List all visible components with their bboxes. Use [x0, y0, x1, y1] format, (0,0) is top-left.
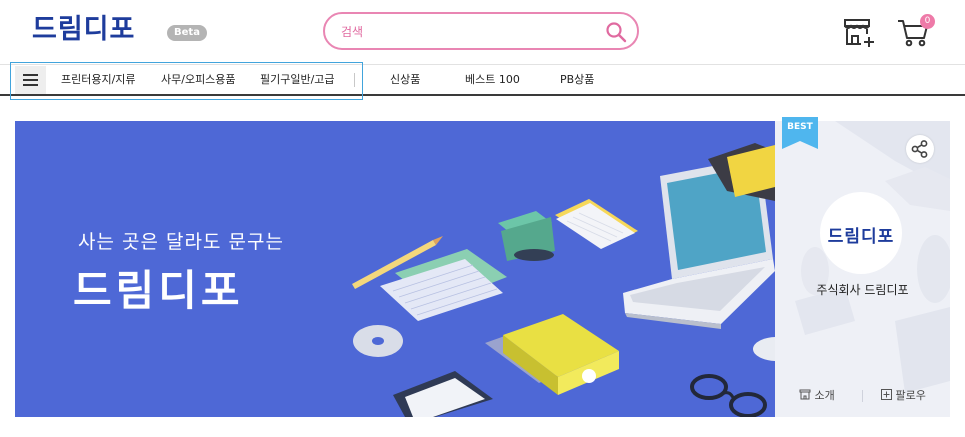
best-ribbon-label: BEST — [787, 122, 813, 132]
hamburger-menu-icon[interactable] — [15, 66, 46, 94]
share-icon[interactable] — [906, 135, 934, 163]
plus-box-icon — [881, 389, 892, 400]
site-logo[interactable]: 드림디포 — [32, 10, 135, 50]
store-add-icon[interactable] — [841, 16, 875, 48]
nav-divider — [354, 73, 355, 87]
nav-item-pb-products[interactable]: PB상품 — [560, 65, 594, 95]
search-box — [323, 12, 639, 50]
nav-item-writing-tools[interactable]: 필기구일반/고급 — [260, 65, 335, 95]
nav-item-printer-paper[interactable]: 프린터용지/지류 — [61, 65, 136, 95]
follow-button[interactable]: 팔로우 — [881, 388, 926, 404]
store-icon — [799, 389, 811, 400]
follow-label: 팔로우 — [895, 389, 926, 402]
banner-logo: 드림디포 — [73, 266, 244, 315]
seller-name[interactable]: 주식회사 드림디포 — [775, 281, 950, 298]
nav-item-new-products[interactable]: 신상품 — [390, 65, 420, 95]
header: 드림디포 Beta 0 — [0, 0, 965, 64]
promo-banner[interactable]: 사는 곳은 달라도 문구는 드림디포 — [15, 121, 775, 417]
banner-tagline: 사는 곳은 달라도 문구는 — [78, 231, 284, 253]
seller-avatar-logo: 드림디포 — [827, 227, 895, 247]
nav-item-best-100[interactable]: 베스트 100 — [465, 65, 520, 95]
seller-intro-label: 소개 — [814, 389, 835, 402]
cart-count-badge: 0 — [920, 14, 935, 29]
category-nav: 프린터용지/지류 사무/오피스용품 필기구일반/고급 신상품 베스트 100 P… — [0, 62, 965, 100]
search-input[interactable] — [341, 22, 591, 42]
search-icon[interactable] — [604, 20, 628, 44]
seller-intro-button[interactable]: 소개 — [799, 388, 835, 404]
beta-badge: Beta — [167, 25, 207, 41]
seller-avatar[interactable]: 드림디포 — [820, 192, 902, 274]
action-divider — [862, 390, 863, 402]
nav-item-office-supplies[interactable]: 사무/오피스용품 — [161, 65, 236, 95]
site-logo-text[interactable]: 드림디포 — [32, 14, 135, 45]
